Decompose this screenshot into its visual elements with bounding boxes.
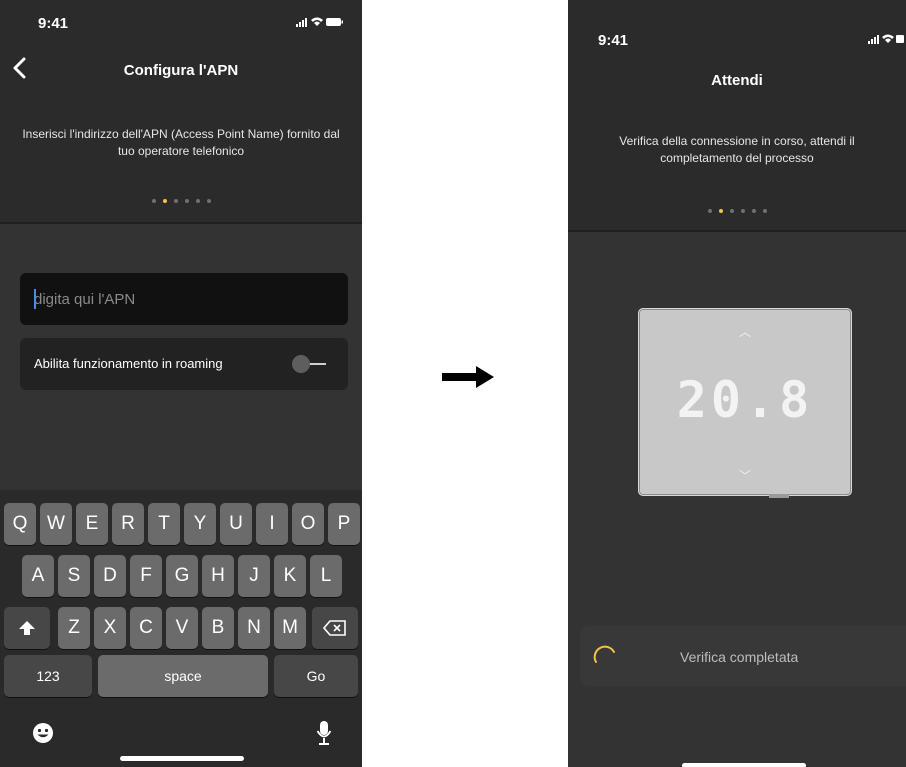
status-bar: 9:41 — [0, 0, 362, 40]
key-s[interactable]: S — [58, 555, 90, 597]
home-indicator — [120, 756, 244, 761]
key-b[interactable]: B — [202, 607, 234, 649]
thermostat-temperature: 20.8 — [676, 371, 814, 429]
status-time: 9:41 — [38, 15, 69, 32]
step-indicator — [568, 209, 906, 213]
thermostat-device-image: ︿ 20.8 ﹀ — [638, 308, 852, 496]
page-title: Attendi — [711, 72, 763, 89]
key-r[interactable]: R — [112, 503, 144, 545]
status-bar: 9:41 — [568, 0, 906, 49]
key-g[interactable]: G — [166, 555, 198, 597]
apn-input[interactable] — [20, 273, 348, 325]
key-h[interactable]: H — [202, 555, 234, 597]
step-dot-active — [718, 209, 723, 213]
key-e[interactable]: E — [76, 503, 108, 545]
key-m[interactable]: M — [274, 607, 306, 649]
space-key[interactable]: space — [98, 655, 268, 697]
key-t[interactable]: T — [148, 503, 180, 545]
go-key[interactable]: Go — [274, 655, 358, 697]
page-subtitle: Verifica della connessione in corso, att… — [619, 134, 855, 165]
step-dot — [184, 199, 189, 203]
signal-wifi-battery-icon — [868, 34, 904, 44]
key-k[interactable]: K — [274, 555, 306, 597]
roaming-setting-row[interactable]: Abilita funzionamento in roaming — [20, 338, 348, 390]
key-j[interactable]: J — [238, 555, 270, 597]
status-icons — [296, 16, 344, 31]
roaming-toggle[interactable] — [292, 355, 328, 373]
key-p[interactable]: P — [328, 503, 360, 545]
text-caret — [34, 289, 36, 309]
loading-spinner-icon — [593, 645, 615, 663]
step-dot — [151, 199, 156, 203]
status-icons — [868, 33, 904, 48]
key-l[interactable]: L — [310, 555, 342, 597]
backspace-icon — [322, 620, 346, 636]
emoji-icon[interactable] — [32, 722, 54, 744]
apn-config-screen: 9:41 Configura l'APN Inserisci l'indiriz… — [0, 0, 362, 767]
numbers-key[interactable]: 123 — [4, 655, 92, 697]
key-z[interactable]: Z — [58, 607, 90, 649]
step-dot — [762, 209, 767, 213]
home-indicator — [682, 763, 806, 767]
key-x[interactable]: X — [94, 607, 126, 649]
chevron-down-icon: ﹀ — [738, 469, 751, 483]
backspace-key[interactable] — [312, 607, 358, 649]
key-a[interactable]: A — [22, 555, 54, 597]
key-w[interactable]: W — [40, 503, 72, 545]
shift-key[interactable] — [4, 607, 50, 649]
key-v[interactable]: V — [166, 607, 198, 649]
step-dot — [751, 209, 756, 213]
signal-wifi-battery-icon — [296, 17, 343, 27]
key-o[interactable]: O — [292, 503, 324, 545]
key-u[interactable]: U — [220, 503, 252, 545]
progress-status-text: Verifica completata — [680, 649, 799, 665]
thermostat-bottom-tab — [769, 494, 789, 498]
step-dot — [740, 209, 745, 213]
onscreen-keyboard: QWERTYUIOP ASDFGHJKL ZXCVBNM 123 space G… — [0, 490, 362, 767]
shift-arrow-icon — [19, 621, 35, 635]
page-title: Configura l'APN — [123, 62, 239, 79]
key-f[interactable]: F — [130, 555, 162, 597]
page-subtitle: Inserisci l'indirizzo dell'APN (Access P… — [22, 127, 340, 158]
key-n[interactable]: N — [238, 607, 270, 649]
step-dot — [206, 199, 211, 203]
step-dot-active — [162, 199, 167, 203]
key-i[interactable]: I — [256, 503, 288, 545]
step-dot — [707, 209, 712, 213]
status-time: 9:41 — [598, 32, 629, 49]
chevron-up-icon: ︿ — [738, 325, 751, 339]
key-y[interactable]: Y — [184, 503, 216, 545]
step-indicator — [0, 199, 362, 203]
step-dot — [729, 209, 734, 213]
step-dot — [173, 199, 178, 203]
toggle-knob — [292, 355, 310, 373]
transition-arrow-icon — [442, 366, 494, 388]
key-c[interactable]: C — [130, 607, 162, 649]
microphone-icon[interactable] — [316, 720, 332, 746]
key-d[interactable]: D — [94, 555, 126, 597]
roaming-label: Abilita funzionamento in roaming — [34, 356, 223, 371]
verification-progress-card: Verifica completata — [580, 626, 906, 686]
key-q[interactable]: Q — [4, 503, 36, 545]
step-dot — [195, 199, 200, 203]
